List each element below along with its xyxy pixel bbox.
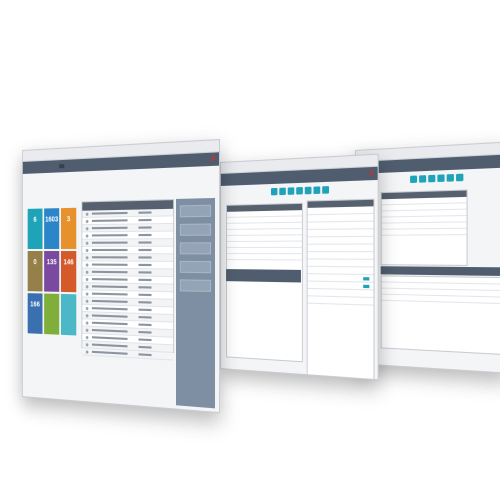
app-screen-1: ✗ 6 1603 3 0 135 146 166 <box>22 139 220 413</box>
form-panel <box>381 189 468 266</box>
toolbar-teal-icon[interactable] <box>271 188 277 195</box>
quick-action-button[interactable] <box>180 242 211 254</box>
table-row[interactable] <box>82 239 173 247</box>
stat-tile[interactable]: 6 <box>28 209 43 249</box>
logo-x-icon: ✗ <box>210 155 216 164</box>
toolbar-teal-icon[interactable] <box>447 174 454 182</box>
toolbar-teal-icon[interactable] <box>428 175 435 183</box>
quick-action-button[interactable] <box>180 223 211 235</box>
toolbar-teal-icon[interactable] <box>410 176 417 183</box>
stat-tile[interactable] <box>61 294 76 336</box>
toggle-badge <box>363 284 369 287</box>
quick-actions-panel <box>176 198 215 408</box>
section-strip <box>381 266 500 276</box>
detail-grid <box>381 275 500 355</box>
nav-item-active[interactable] <box>59 164 64 168</box>
list-item[interactable] <box>308 245 374 253</box>
app-screen-2: ✗ <box>220 154 379 381</box>
quick-action-button[interactable] <box>180 205 211 218</box>
stat-tile[interactable] <box>44 294 59 335</box>
stat-tile[interactable]: 135 <box>44 251 59 292</box>
records-grid <box>226 203 303 363</box>
task-grid <box>81 199 174 353</box>
field-list <box>307 199 375 381</box>
toolbar-teal-icon[interactable] <box>296 187 303 195</box>
product-showcase: ✗ ✗ 6 1603 3 0 135 146 166 <box>0 0 500 500</box>
toolbar-teal-icon[interactable] <box>279 188 286 195</box>
list-item[interactable] <box>308 237 374 245</box>
toolbar-teal-icon[interactable] <box>313 186 320 194</box>
list-item[interactable] <box>308 296 374 305</box>
toolbar-teal-icon[interactable] <box>288 187 295 195</box>
section-strip <box>226 269 301 282</box>
stat-tile[interactable]: 0 <box>28 251 43 291</box>
quick-action-button[interactable] <box>180 279 211 292</box>
toolbar-teal-icon[interactable] <box>456 174 463 182</box>
stat-tile[interactable]: 3 <box>61 208 76 249</box>
stat-tile[interactable]: 1603 <box>44 208 59 249</box>
stat-tile[interactable]: 166 <box>28 293 43 334</box>
dashboard-tiles: 6 1603 3 0 135 146 166 <box>28 208 77 336</box>
logo-x-icon: ✗ <box>368 169 374 178</box>
toolbar-teal-icon[interactable] <box>322 186 329 194</box>
toggle-badge <box>363 277 369 280</box>
toolbar-teal-icon[interactable] <box>305 187 312 195</box>
stat-tile[interactable]: 146 <box>61 251 76 292</box>
quick-action-button[interactable] <box>180 261 211 273</box>
toolbar-teal-icon[interactable] <box>437 174 444 182</box>
toolbar-teal-icon[interactable] <box>419 175 426 183</box>
